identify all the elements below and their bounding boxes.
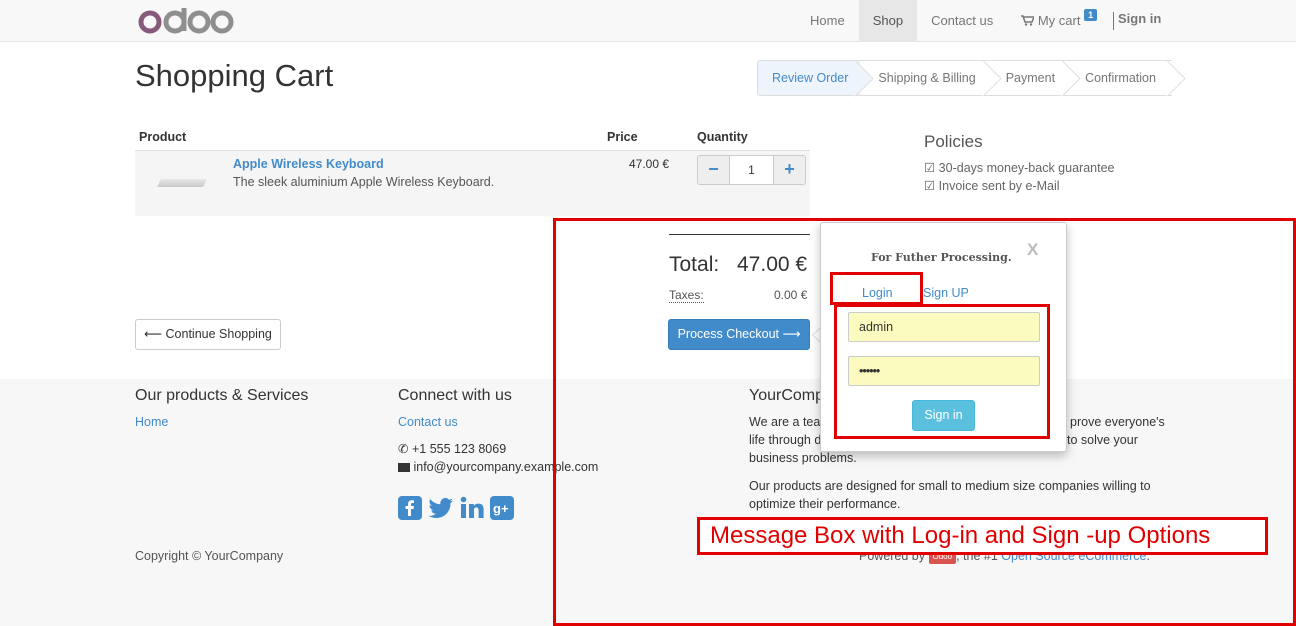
footer-products-title: Our products & Services bbox=[135, 387, 309, 404]
column-header-quantity: Quantity bbox=[697, 130, 748, 144]
login-popover: For Futher Processing. X Login Sign UP a… bbox=[820, 222, 1067, 452]
cart-count-badge: 1 bbox=[1084, 9, 1098, 21]
footer-email: info@yourcompany.example.com bbox=[398, 458, 598, 476]
page-title: Shopping Cart bbox=[135, 58, 334, 93]
column-header-product: Product bbox=[139, 130, 187, 144]
quantity-increase-button[interactable]: + bbox=[773, 155, 806, 185]
phone-icon: ✆ bbox=[398, 442, 409, 456]
facebook-icon[interactable] bbox=[398, 496, 422, 520]
nav-shop[interactable]: Shop bbox=[858, 0, 918, 42]
cart-item-row: Apple Wireless Keyboard The sleek alumin… bbox=[135, 151, 810, 216]
total-label: Total: bbox=[669, 253, 720, 276]
odoo-logo[interactable] bbox=[138, 4, 238, 36]
product-thumbnail[interactable] bbox=[157, 179, 207, 187]
cart-label: My cart bbox=[1037, 13, 1081, 28]
wizard-step-confirmation[interactable]: Confirmation bbox=[1067, 60, 1172, 96]
envelope-icon bbox=[398, 463, 410, 472]
product-description: The sleek aluminium Apple Wireless Keybo… bbox=[233, 175, 495, 189]
footer-about-line: optimize their performance. bbox=[749, 497, 901, 511]
footer-connect-title: Connect with us bbox=[398, 387, 512, 404]
totals-divider bbox=[669, 234, 810, 235]
product-name-link[interactable]: Apple Wireless Keyboard bbox=[233, 157, 384, 171]
quantity-stepper: − 1 + bbox=[697, 155, 806, 185]
popover-title: For Futher Processing. bbox=[871, 251, 1012, 264]
quantity-input[interactable]: 1 bbox=[730, 155, 773, 185]
close-icon[interactable]: X bbox=[1027, 240, 1038, 260]
nav-divider bbox=[1113, 12, 1115, 30]
password-input[interactable]: •••••• bbox=[848, 356, 1040, 386]
taxes-label: Taxes: bbox=[669, 288, 704, 303]
footer-company-title: YourComp bbox=[749, 387, 825, 404]
product-price: 47.00 € bbox=[629, 157, 670, 171]
footer-about-line: prove everyone's bbox=[1070, 415, 1165, 429]
taxes-value: 0.00 € bbox=[774, 288, 808, 302]
policy-item: ☑ 30-days money-back guarantee bbox=[924, 161, 1115, 175]
continue-shopping-button[interactable]: ⟵ Continue Shopping bbox=[135, 319, 281, 350]
cart-icon bbox=[1021, 15, 1036, 26]
wizard-step-shipping-billing[interactable]: Shipping & Billing bbox=[860, 60, 988, 96]
checkout-wizard: Review Order Shipping & Billing Payment … bbox=[757, 60, 1172, 96]
nav-home[interactable]: Home bbox=[796, 0, 859, 42]
tab-login[interactable]: Login bbox=[862, 286, 893, 300]
popover-sign-in-button[interactable]: Sign in bbox=[912, 400, 975, 431]
wizard-step-review-order[interactable]: Review Order bbox=[757, 60, 861, 96]
copyright: Copyright © YourCompany bbox=[135, 549, 284, 563]
process-checkout-button[interactable]: Process Checkout ⟶ bbox=[668, 319, 810, 350]
annotation-caption: Message Box with Log-in and Sign -up Opt… bbox=[697, 517, 1268, 555]
top-navbar: Home Shop Contact us My cart 1 Sign in bbox=[0, 0, 1296, 42]
social-links: g+ bbox=[398, 496, 514, 520]
google-plus-icon[interactable]: g+ bbox=[490, 496, 514, 520]
nav-my-cart[interactable]: My cart 1 bbox=[1007, 0, 1111, 42]
username-input[interactable]: admin bbox=[848, 312, 1040, 342]
policy-item: ☑ Invoice sent by e-Mail bbox=[924, 179, 1060, 193]
footer-contact-link[interactable]: Contact us bbox=[398, 415, 458, 429]
footer-about-line: life through d bbox=[749, 433, 822, 447]
sign-in-link[interactable]: Sign in bbox=[1118, 0, 1161, 42]
total-value: 47.00 € bbox=[737, 253, 808, 276]
svg-text:g+: g+ bbox=[493, 501, 509, 516]
quantity-decrease-button[interactable]: − bbox=[697, 155, 730, 185]
footer-phone: ✆ +1 555 123 8069 bbox=[398, 442, 507, 456]
footer-about-line: We are a tea bbox=[749, 415, 821, 429]
linkedin-icon[interactable] bbox=[460, 496, 484, 520]
nav-contact-us[interactable]: Contact us bbox=[917, 0, 1007, 42]
policies-title: Policies bbox=[924, 132, 983, 151]
column-header-price: Price bbox=[607, 130, 638, 144]
footer-about-line: Our products are designed for small to m… bbox=[749, 479, 1151, 493]
footer-about-line: to solve your bbox=[1067, 433, 1138, 447]
footer-home-link[interactable]: Home bbox=[135, 415, 168, 429]
twitter-icon[interactable] bbox=[428, 496, 454, 520]
tab-signup[interactable]: Sign UP bbox=[923, 286, 969, 300]
